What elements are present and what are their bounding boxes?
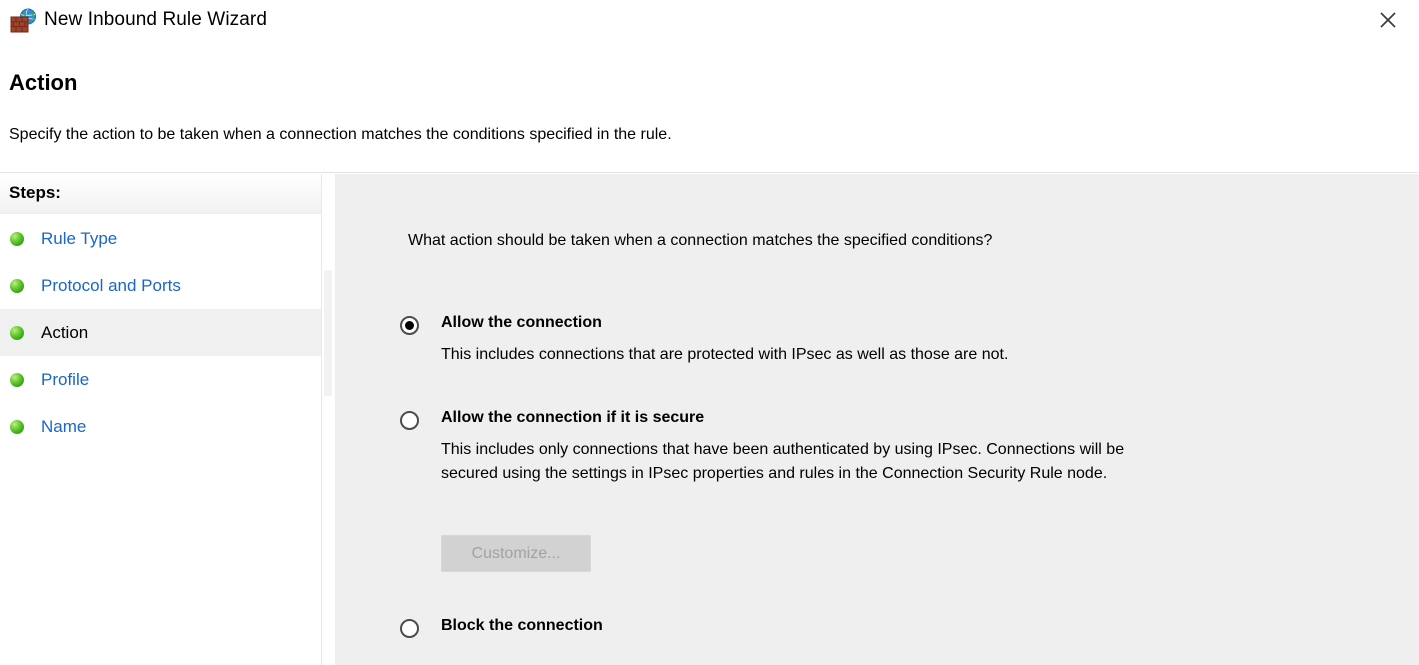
steps-list: Rule Type Protocol and Ports Action Prof… xyxy=(0,215,321,450)
window-title: New Inbound Rule Wizard xyxy=(44,9,268,30)
sidebar-item-protocol-and-ports[interactable]: Protocol and Ports xyxy=(0,262,321,309)
header-band: Action Specify the action to be taken wh… xyxy=(0,52,1419,173)
action-question: What action should be taken when a conne… xyxy=(408,232,993,249)
sidebar-item-name[interactable]: Name xyxy=(0,403,321,450)
steps-heading: Steps: xyxy=(9,183,61,202)
option-header[interactable]: Allow the connection xyxy=(400,314,1300,335)
sidebar-scrollbar[interactable] xyxy=(322,174,334,665)
option-description: This includes only connections that have… xyxy=(441,441,1125,482)
close-button[interactable] xyxy=(1357,0,1419,40)
page-title: Action xyxy=(9,70,78,95)
sidebar-item-label: Protocol and Ports xyxy=(41,275,181,295)
green-bullet-icon xyxy=(10,231,24,246)
option-title: Allow the connection if it is secure xyxy=(441,409,705,426)
option-allow-connection[interactable]: Allow the connection This includes conne… xyxy=(400,314,1300,367)
header-divider xyxy=(0,172,1419,173)
radio-allow-connection[interactable] xyxy=(400,316,419,335)
scrollbar-thumb[interactable] xyxy=(324,270,332,396)
sidebar-item-label: Name xyxy=(41,416,87,436)
close-icon xyxy=(1379,11,1397,29)
sidebar-item-profile[interactable]: Profile xyxy=(0,356,321,403)
radio-allow-if-secure[interactable] xyxy=(400,411,419,430)
green-bullet-icon xyxy=(10,278,24,293)
sidebar-item-label: Action xyxy=(41,322,89,342)
radio-block-connection[interactable] xyxy=(400,619,419,638)
option-header[interactable]: Allow the connection if it is secure xyxy=(400,409,1300,430)
customize-button[interactable]: Customize... xyxy=(441,535,591,572)
option-title: Allow the connection xyxy=(441,314,602,331)
steps-sidebar: Steps: Rule Type Protocol and Ports Acti… xyxy=(0,174,322,665)
option-title: Block the connection xyxy=(441,617,603,634)
content-pane: What action should be taken when a conne… xyxy=(335,174,1419,665)
firewall-globe-icon xyxy=(9,8,37,34)
green-bullet-icon xyxy=(10,419,24,434)
sidebar-item-label: Profile xyxy=(41,369,90,389)
option-allow-if-secure[interactable]: Allow the connection if it is secure Thi… xyxy=(400,409,1300,486)
steps-header: Steps: xyxy=(0,174,321,214)
body-area: Steps: Rule Type Protocol and Ports Acti… xyxy=(0,174,1419,665)
wizard-window: New Inbound Rule Wizard Action Specify t… xyxy=(0,0,1419,665)
page-subtitle: Specify the action to be taken when a co… xyxy=(9,126,672,143)
sidebar-item-rule-type[interactable]: Rule Type xyxy=(0,215,321,262)
green-bullet-icon xyxy=(10,325,24,340)
sidebar-item-action[interactable]: Action xyxy=(0,309,321,356)
option-block-connection[interactable]: Block the connection xyxy=(400,617,1300,638)
option-header[interactable]: Block the connection xyxy=(400,617,1300,638)
option-description: This includes connections that are prote… xyxy=(441,346,1009,363)
titlebar: New Inbound Rule Wizard xyxy=(0,0,1419,52)
sidebar-item-label: Rule Type xyxy=(41,228,118,248)
green-bullet-icon xyxy=(10,372,24,387)
